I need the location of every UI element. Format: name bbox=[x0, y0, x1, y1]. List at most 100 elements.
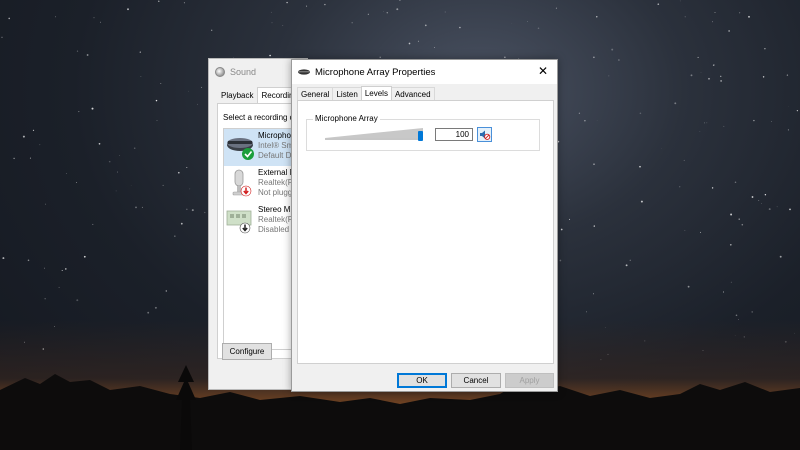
star bbox=[140, 76, 142, 77]
star bbox=[27, 259, 30, 262]
star bbox=[165, 290, 168, 292]
star bbox=[674, 102, 677, 105]
star bbox=[593, 163, 595, 166]
star bbox=[76, 299, 79, 302]
cancel-button[interactable]: Cancel bbox=[451, 373, 501, 388]
microphone-properties-dialog: Microphone Array Properties ✕ General Li… bbox=[291, 59, 558, 392]
star bbox=[639, 165, 641, 168]
star bbox=[764, 48, 766, 50]
star bbox=[396, 8, 399, 11]
star bbox=[714, 12, 716, 13]
star bbox=[730, 281, 732, 283]
star bbox=[204, 211, 206, 214]
star bbox=[156, 120, 158, 121]
star bbox=[78, 111, 80, 113]
star bbox=[162, 184, 164, 186]
star bbox=[751, 196, 754, 198]
microphone-level-group: Microphone Array 100 bbox=[306, 114, 540, 151]
star bbox=[141, 206, 143, 208]
star bbox=[158, 0, 160, 2]
speaker-icon bbox=[215, 67, 225, 77]
star bbox=[177, 171, 180, 174]
sound-window-title: Sound bbox=[230, 67, 257, 77]
star bbox=[734, 181, 737, 183]
star bbox=[679, 0, 681, 2]
star bbox=[180, 222, 183, 225]
star bbox=[324, 3, 326, 6]
star bbox=[211, 29, 213, 31]
star bbox=[154, 306, 157, 309]
star bbox=[92, 223, 94, 225]
star bbox=[753, 119, 755, 122]
close-icon[interactable]: ✕ bbox=[537, 65, 549, 77]
star bbox=[186, 208, 188, 210]
apply-button[interactable]: Apply bbox=[505, 373, 554, 388]
star bbox=[76, 182, 77, 183]
star bbox=[270, 11, 272, 13]
tab-playback[interactable]: Playback bbox=[217, 87, 257, 104]
properties-titlebar: Microphone Array Properties bbox=[292, 60, 557, 84]
tab-levels[interactable]: Levels bbox=[360, 86, 392, 101]
star bbox=[115, 190, 117, 192]
star bbox=[93, 17, 95, 19]
star bbox=[629, 259, 631, 261]
star bbox=[608, 75, 610, 77]
star bbox=[76, 50, 79, 52]
level-value-input[interactable]: 100 bbox=[435, 128, 473, 141]
star bbox=[708, 77, 710, 80]
star bbox=[560, 228, 563, 231]
star bbox=[593, 225, 595, 227]
star bbox=[584, 119, 586, 122]
ok-button[interactable]: OK bbox=[397, 373, 447, 388]
star bbox=[739, 12, 741, 14]
stereo-mix-icon bbox=[224, 203, 258, 240]
star bbox=[776, 206, 778, 208]
star bbox=[537, 27, 540, 30]
star bbox=[764, 194, 767, 196]
default-check-icon bbox=[242, 148, 254, 160]
star bbox=[700, 72, 702, 73]
star bbox=[741, 223, 744, 226]
star bbox=[679, 186, 681, 188]
star bbox=[687, 285, 690, 288]
star bbox=[155, 99, 158, 102]
star bbox=[282, 25, 284, 26]
level-group-label: Microphone Array bbox=[313, 114, 380, 123]
speaker-icon bbox=[480, 130, 491, 140]
star bbox=[723, 291, 724, 293]
star bbox=[796, 109, 799, 112]
star bbox=[713, 64, 715, 66]
star bbox=[160, 83, 162, 84]
configure-button[interactable]: Configure bbox=[222, 343, 272, 360]
slider-ramp bbox=[325, 128, 423, 138]
star bbox=[640, 200, 643, 203]
star bbox=[183, 2, 185, 4]
star bbox=[758, 200, 760, 202]
star bbox=[147, 311, 150, 314]
star bbox=[611, 48, 614, 51]
star bbox=[351, 22, 353, 24]
star bbox=[55, 16, 57, 18]
star bbox=[761, 203, 762, 204]
star bbox=[2, 257, 5, 260]
star bbox=[720, 80, 722, 82]
star bbox=[29, 157, 31, 159]
star bbox=[762, 76, 765, 78]
mute-button[interactable] bbox=[477, 127, 492, 142]
star bbox=[196, 103, 198, 105]
star bbox=[174, 235, 176, 237]
level-slider-track[interactable] bbox=[325, 138, 423, 140]
levels-panel: Microphone Array 100 bbox=[297, 100, 554, 364]
star bbox=[91, 107, 94, 110]
star bbox=[64, 268, 67, 270]
star bbox=[735, 314, 738, 317]
star bbox=[569, 218, 571, 220]
star bbox=[723, 125, 725, 127]
star bbox=[690, 74, 693, 77]
star bbox=[186, 167, 188, 168]
star bbox=[424, 24, 427, 27]
star bbox=[738, 218, 740, 220]
star bbox=[61, 269, 63, 272]
star bbox=[108, 160, 111, 163]
level-slider-thumb[interactable] bbox=[418, 131, 423, 141]
